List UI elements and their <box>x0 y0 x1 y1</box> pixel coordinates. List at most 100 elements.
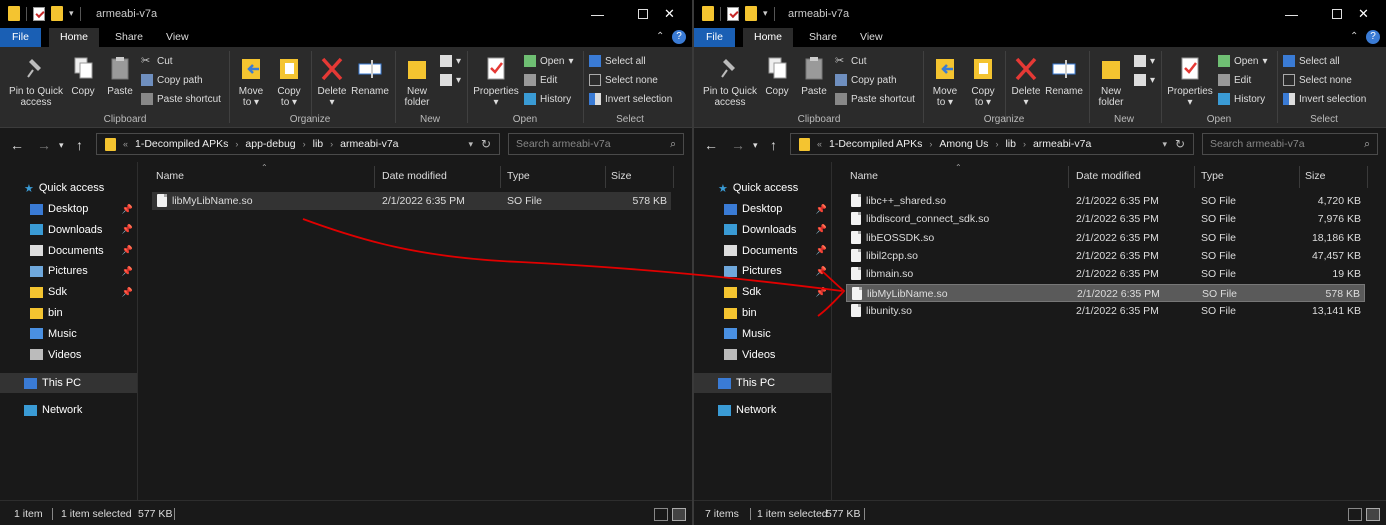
large-icons-view-icon[interactable] <box>1366 508 1380 521</box>
paste-shortcut-button[interactable]: Paste shortcut <box>141 92 221 106</box>
column-date-modified[interactable]: Date modified <box>1076 170 1141 182</box>
easy-access-button[interactable]: ▾ <box>440 73 461 87</box>
column-separator[interactable] <box>500 166 501 188</box>
recent-locations-chevron-icon[interactable]: ▾ <box>59 140 64 151</box>
copy-path-button[interactable]: Copy path <box>141 73 203 87</box>
nav-this-pc[interactable]: This PC <box>0 373 137 393</box>
column-size[interactable]: Size <box>611 170 631 182</box>
paste-button[interactable]: Paste <box>104 55 136 97</box>
overflow-chevron-icon[interactable]: « <box>817 139 822 149</box>
open-button[interactable]: Open ▾ <box>1218 54 1268 68</box>
column-separator[interactable] <box>374 166 375 188</box>
tab-file[interactable]: File <box>694 28 735 47</box>
table-row[interactable]: libc++_shared.so 2/1/2022 6:35 PM SO Fil… <box>846 192 1365 210</box>
tab-home[interactable]: Home <box>49 28 100 47</box>
properties-quick-icon[interactable] <box>727 6 739 21</box>
column-type[interactable]: Type <box>507 170 530 182</box>
nav-item-music[interactable]: Music <box>694 324 831 344</box>
address-dropdown-icon[interactable]: ▾ <box>468 139 473 150</box>
invert-selection-button[interactable]: Invert selection <box>1283 92 1366 106</box>
nav-item-pictures[interactable]: Pictures 📌 <box>0 261 137 281</box>
nav-item-sdk[interactable]: Sdk 📌 <box>0 282 137 302</box>
tab-file[interactable]: File <box>0 28 41 47</box>
column-name[interactable]: Name <box>850 170 878 182</box>
breadcrumb-item[interactable]: 1-Decompiled APKs <box>135 138 228 150</box>
column-type[interactable]: Type <box>1201 170 1224 182</box>
pin-to-quick-access-button[interactable]: Pin to Quick access <box>6 55 66 108</box>
breadcrumb-item[interactable]: lib <box>1005 138 1016 150</box>
tab-share[interactable]: Share <box>104 28 154 47</box>
copy-to-button[interactable]: Copy to ▾ <box>272 55 306 108</box>
column-separator[interactable] <box>1194 166 1195 188</box>
nav-item-sdk[interactable]: Sdk 📌 <box>694 282 831 302</box>
search-input[interactable]: Search armeabi-v7a ⌕ <box>508 133 684 155</box>
forward-button[interactable]: → <box>731 137 745 153</box>
column-separator[interactable] <box>605 166 606 188</box>
breadcrumb-separator-icon[interactable]: › <box>235 139 238 149</box>
breadcrumb[interactable]: « 1-Decompiled APKs › app-debug › lib › armeabi… <box>96 133 500 155</box>
new-item-button[interactable]: ▾ <box>440 54 461 68</box>
minimize-button[interactable]: — <box>1269 0 1314 28</box>
delete-button[interactable]: Delete ▾ <box>314 55 350 108</box>
breadcrumb-item[interactable]: lib <box>313 138 324 150</box>
collapse-ribbon-chevron-icon[interactable]: ⌃ <box>656 31 664 42</box>
tab-share[interactable]: Share <box>798 28 848 47</box>
column-date-modified[interactable]: Date modified <box>382 170 447 182</box>
edit-button[interactable]: Edit <box>524 73 557 87</box>
column-name[interactable]: Name <box>156 170 184 182</box>
customize-toolbar-chevron-icon[interactable]: ▾ <box>763 8 768 19</box>
help-icon[interactable]: ? <box>672 30 686 44</box>
paste-shortcut-button[interactable]: Paste shortcut <box>835 92 915 106</box>
breadcrumb-item[interactable]: armeabi-v7a <box>1033 138 1091 150</box>
move-to-button[interactable]: Move to ▾ <box>234 55 268 108</box>
move-to-button[interactable]: Move to ▾ <box>928 55 962 108</box>
nav-item-pictures[interactable]: Pictures 📌 <box>694 261 831 281</box>
breadcrumb-separator-icon[interactable]: › <box>929 139 932 149</box>
breadcrumb-item[interactable]: Among Us <box>939 138 988 150</box>
large-icons-view-icon[interactable] <box>672 508 686 521</box>
nav-item-bin[interactable]: bin <box>0 303 137 323</box>
table-row[interactable]: libEOSSDK.so 2/1/2022 6:35 PM SO File 18… <box>846 229 1365 247</box>
properties-quick-icon[interactable] <box>33 6 45 21</box>
close-button[interactable]: ✕ <box>647 0 692 28</box>
recent-locations-chevron-icon[interactable]: ▾ <box>753 140 758 151</box>
new-folder-button[interactable]: New folder <box>1092 55 1130 108</box>
customize-toolbar-chevron-icon[interactable]: ▾ <box>69 8 74 19</box>
copy-button[interactable]: Copy <box>762 55 792 97</box>
tab-view[interactable]: View <box>155 28 200 47</box>
select-all-button[interactable]: Select all <box>589 54 646 68</box>
nav-quick-access[interactable]: ★ Quick access <box>694 178 831 198</box>
history-button[interactable]: History <box>524 92 571 106</box>
table-row[interactable]: libil2cpp.so 2/1/2022 6:35 PM SO File 47… <box>846 247 1365 265</box>
up-button[interactable]: ↑ <box>76 137 83 153</box>
open-button[interactable]: Open ▾ <box>524 54 574 68</box>
select-none-button[interactable]: Select none <box>589 73 658 87</box>
rename-button[interactable]: Rename <box>1044 55 1084 97</box>
copy-to-button[interactable]: Copy to ▾ <box>966 55 1000 108</box>
table-row[interactable]: libMyLibName.so 2/1/2022 6:35 PM SO File… <box>846 283 1365 302</box>
breadcrumb-separator-icon[interactable]: › <box>303 139 306 149</box>
column-separator[interactable] <box>673 166 674 188</box>
back-button[interactable]: ← <box>704 137 718 153</box>
back-button[interactable]: ← <box>10 137 24 153</box>
cut-button[interactable]: ✂ Cut <box>835 54 867 68</box>
breadcrumb-item[interactable]: app-debug <box>245 138 295 150</box>
close-button[interactable]: ✕ <box>1341 0 1386 28</box>
delete-button[interactable]: Delete ▾ <box>1008 55 1044 108</box>
copy-button[interactable]: Copy <box>68 55 98 97</box>
refresh-icon[interactable]: ↻ <box>481 137 491 151</box>
nav-item-videos[interactable]: Videos <box>694 345 831 365</box>
nav-network[interactable]: Network <box>694 400 831 420</box>
breadcrumb[interactable]: « 1-Decompiled APKs › Among Us › lib › armeabi-… <box>790 133 1194 155</box>
invert-selection-button[interactable]: Invert selection <box>589 92 672 106</box>
tab-view[interactable]: View <box>849 28 894 47</box>
nav-item-videos[interactable]: Videos <box>0 345 137 365</box>
nav-item-downloads[interactable]: Downloads 📌 <box>694 220 831 240</box>
nav-item-music[interactable]: Music <box>0 324 137 344</box>
breadcrumb-separator-icon[interactable]: › <box>995 139 998 149</box>
rename-button[interactable]: Rename <box>350 55 390 97</box>
up-button[interactable]: ↑ <box>770 137 777 153</box>
address-dropdown-icon[interactable]: ▾ <box>1162 139 1167 150</box>
nav-item-documents[interactable]: Documents 📌 <box>694 241 831 261</box>
nav-item-desktop[interactable]: Desktop 📌 <box>0 199 137 219</box>
